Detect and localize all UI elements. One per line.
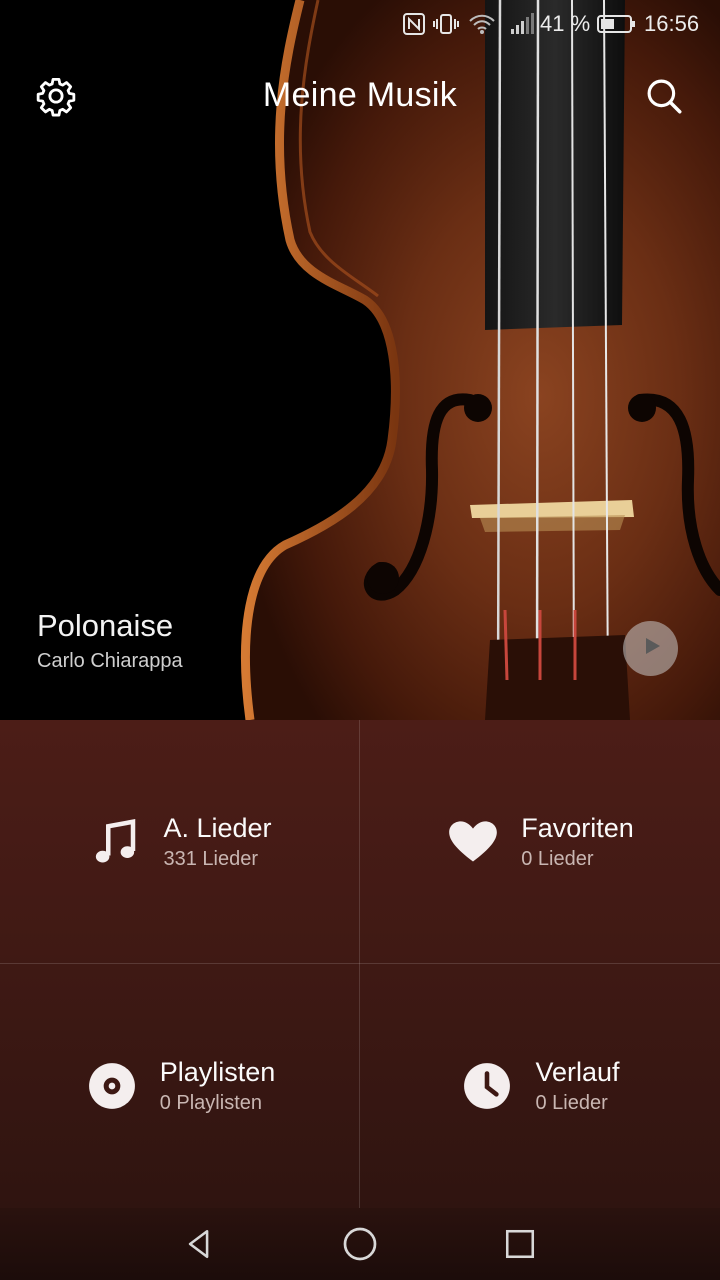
tile-label: A. Lieder (163, 812, 272, 843)
battery-percent: 41 % (540, 11, 591, 36)
recents-icon[interactable] (496, 1220, 544, 1268)
music-note-icon (87, 814, 143, 870)
clock-icon (459, 1058, 515, 1114)
library-tiles: A. Lieder 331 Lieder Favoriten 0 Lieder … (0, 720, 720, 1208)
play-icon (639, 634, 663, 663)
battery-icon (597, 10, 637, 38)
tile-count: 0 Lieder (535, 1091, 608, 1114)
wifi-icon (468, 10, 496, 38)
tile-history[interactable]: Verlauf 0 Lieder (360, 964, 719, 1207)
clock-time: 16:56 (644, 11, 700, 36)
tile-label: Verlauf (535, 1056, 620, 1087)
tile-all-songs[interactable]: A. Lieder 331 Lieder (0, 720, 359, 963)
disc-icon (84, 1058, 140, 1114)
tile-playlists[interactable]: Playlisten 0 Playlisten (0, 964, 359, 1207)
nfc-icon (402, 10, 426, 38)
back-icon[interactable] (176, 1220, 224, 1268)
tile-favorites[interactable]: Favoriten 0 Lieder (360, 720, 719, 963)
vibrate-icon (432, 10, 460, 38)
play-button[interactable] (623, 621, 678, 676)
page-title: Meine Musik (262, 76, 458, 114)
tile-count: 0 Lieder (521, 847, 594, 870)
heart-icon (445, 814, 501, 870)
home-icon[interactable] (336, 1220, 384, 1268)
status-bar: 41 % 16:56 (0, 0, 720, 48)
system-nav-bar (0, 1208, 720, 1280)
tile-label: Favoriten (521, 812, 634, 843)
search-icon[interactable] (636, 68, 692, 124)
now-playing-artist: Carlo Chiarappa (37, 650, 183, 672)
tile-count: 0 Playlisten (159, 1091, 262, 1114)
now-playing-title[interactable]: Polonaise (37, 608, 173, 644)
tile-label: Playlisten (159, 1056, 276, 1087)
signal-icon (508, 10, 536, 38)
tile-count: 331 Lieder (163, 847, 258, 870)
